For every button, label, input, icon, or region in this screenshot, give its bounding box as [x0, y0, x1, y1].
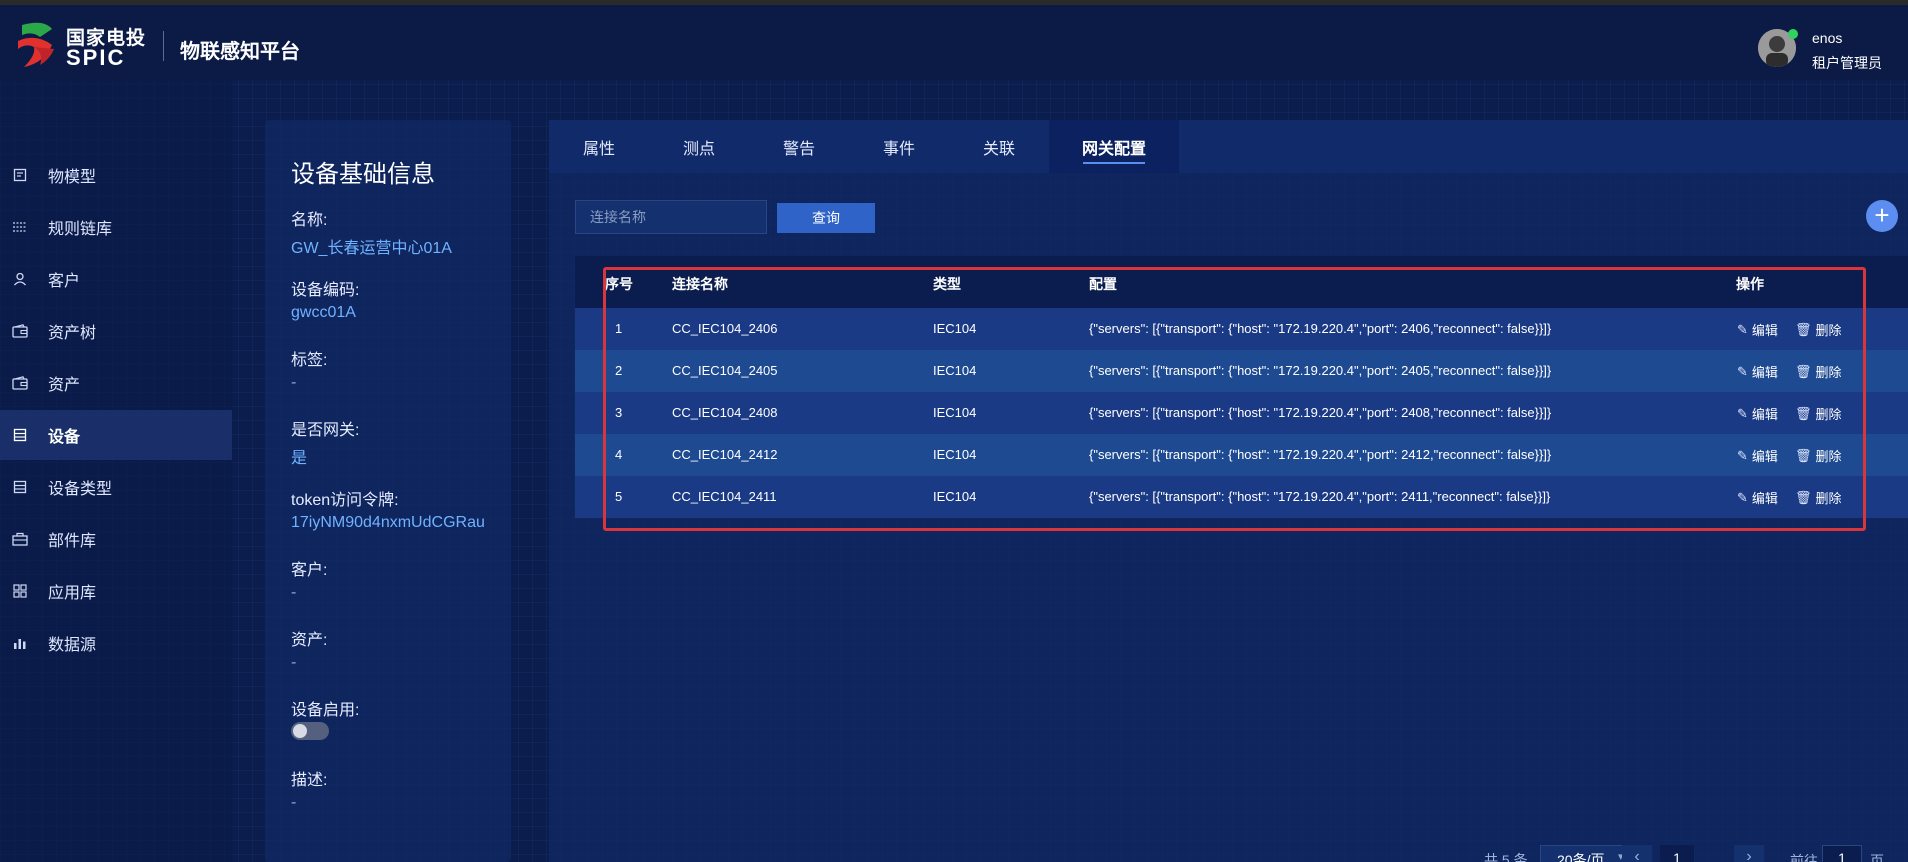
field-value-is-gateway: 是	[291, 450, 308, 467]
sidebar-item-devices[interactable]: 设备	[0, 410, 232, 460]
next-page-button[interactable]: ›	[1734, 845, 1764, 862]
tab-label: 警告	[782, 140, 815, 158]
top-bar: 国家电投 SPIC 物联感知平台 enos 租户管理员	[0, 0, 1908, 80]
tab-label: 测点	[682, 140, 715, 158]
sidebar-item-customers[interactable]: 客户	[0, 254, 232, 304]
sidebar-item-label: 资产	[48, 377, 81, 394]
sidebar-item-device-types[interactable]: 设备类型	[0, 462, 232, 512]
chevron-right-icon: ›	[1746, 848, 1752, 862]
field-label-asset: 资产:	[291, 632, 328, 649]
sidebar-item-label: 应用库	[48, 585, 97, 602]
add-connection-button[interactable]: +	[1866, 200, 1898, 232]
current-page[interactable]: 1	[1660, 845, 1694, 862]
field-label-description: 描述:	[291, 772, 328, 789]
sidebar-item-label: 数据源	[48, 637, 97, 654]
tab-measure-points[interactable]: 测点	[649, 120, 749, 173]
device-info-panel: 设备基础信息 名称: GW_长春运营中心01A 设备编码: gwcc01A 标签…	[265, 120, 511, 862]
tab-label: 属性	[582, 140, 615, 158]
rules-icon	[12, 219, 28, 235]
tab-gateway-config[interactable]: 网关配置	[1049, 120, 1179, 173]
sidebar-item-components[interactable]: 部件库	[0, 514, 232, 564]
sidebar-item-apps[interactable]: 应用库	[0, 566, 232, 616]
brand-name-en: SPIC	[66, 45, 126, 70]
page-suffix: 页	[1870, 853, 1884, 862]
brand-divider	[163, 31, 164, 61]
field-label-enabled: 设备启用:	[291, 702, 360, 719]
tab-alarms[interactable]: 警告	[749, 120, 849, 173]
user-icon	[12, 271, 28, 287]
online-status-dot	[1788, 29, 1798, 39]
sidebar-item-label: 资产树	[48, 325, 97, 342]
sidebar-item-label: 规则链库	[48, 221, 113, 238]
field-value-tags: -	[291, 374, 297, 391]
sidebar-item-asset-tree[interactable]: 资产树	[0, 306, 232, 356]
platform-title: 物联感知平台	[180, 41, 300, 63]
tab-label: 关联	[982, 140, 1015, 158]
goto-label: 前往	[1790, 853, 1818, 862]
tab-label: 事件	[882, 140, 915, 158]
field-value-code: gwcc01A	[291, 304, 356, 321]
pagination-total: 共 5 条	[1484, 852, 1528, 862]
user-role: 租户管理员	[1812, 55, 1882, 71]
sidebar-item-label: 设备	[48, 429, 81, 446]
active-tab-indicator	[1083, 162, 1145, 164]
chevron-left-icon: ‹	[1634, 848, 1640, 862]
sidebar-item-label: 设备类型	[48, 481, 113, 498]
field-value-description: -	[291, 794, 297, 811]
highlight-annotation-box	[603, 267, 1866, 531]
sidebar-item-thing-model[interactable]: 物模型	[0, 150, 232, 200]
field-label-is-gateway: 是否网关:	[291, 422, 360, 439]
field-label-name: 名称:	[291, 212, 328, 229]
connection-name-search-input[interactable]	[575, 200, 767, 234]
sidebar-item-label: 物模型	[48, 169, 97, 186]
grid-icon	[12, 583, 28, 599]
field-value-customer: -	[291, 584, 297, 601]
field-value-token[interactable]: 17iyNM90d4nxmUdCGRau	[291, 514, 485, 532]
tab-events[interactable]: 事件	[849, 120, 949, 173]
bar-chart-icon	[12, 635, 28, 651]
field-label-customer: 客户:	[291, 562, 328, 579]
prev-page-button[interactable]: ‹	[1622, 845, 1652, 862]
field-value-asset: -	[291, 654, 297, 671]
user-name[interactable]: enos	[1812, 30, 1842, 46]
tab-relations[interactable]: 关联	[949, 120, 1049, 173]
document-icon	[12, 167, 28, 183]
sidebar: 物模型 规则链库 客户 资产树 资产 设备 设备类型 部件库 应用库 数据源	[0, 80, 232, 862]
sidebar-item-label: 部件库	[48, 533, 97, 550]
query-button[interactable]: 查询	[777, 203, 875, 233]
field-label-code: 设备编码:	[291, 282, 360, 299]
tab-label: 网关配置	[1081, 140, 1146, 158]
wallet-icon	[12, 323, 28, 339]
goto-page-input[interactable]: 1	[1822, 845, 1862, 862]
package-icon	[12, 531, 28, 547]
device-list-icon	[12, 427, 28, 443]
sidebar-item-rule-chains[interactable]: 规则链库	[0, 202, 232, 252]
sidebar-item-datasources[interactable]: 数据源	[0, 618, 232, 668]
info-title: 设备基础信息	[291, 161, 435, 188]
sidebar-item-assets[interactable]: 资产	[0, 358, 232, 408]
spic-logo	[18, 22, 54, 67]
field-value-name: GW_长春运营中心01A	[291, 240, 452, 257]
tab-bar: 属性 测点 警告 事件 关联 网关配置	[549, 120, 1908, 173]
wallet-icon	[12, 375, 28, 391]
field-label-tags: 标签:	[291, 352, 328, 369]
device-enabled-toggle[interactable]	[291, 722, 329, 740]
device-type-icon	[12, 479, 28, 495]
sidebar-item-label: 客户	[48, 273, 81, 290]
tab-attributes[interactable]: 属性	[549, 120, 649, 173]
field-label-token: token访问令牌:	[291, 492, 399, 509]
